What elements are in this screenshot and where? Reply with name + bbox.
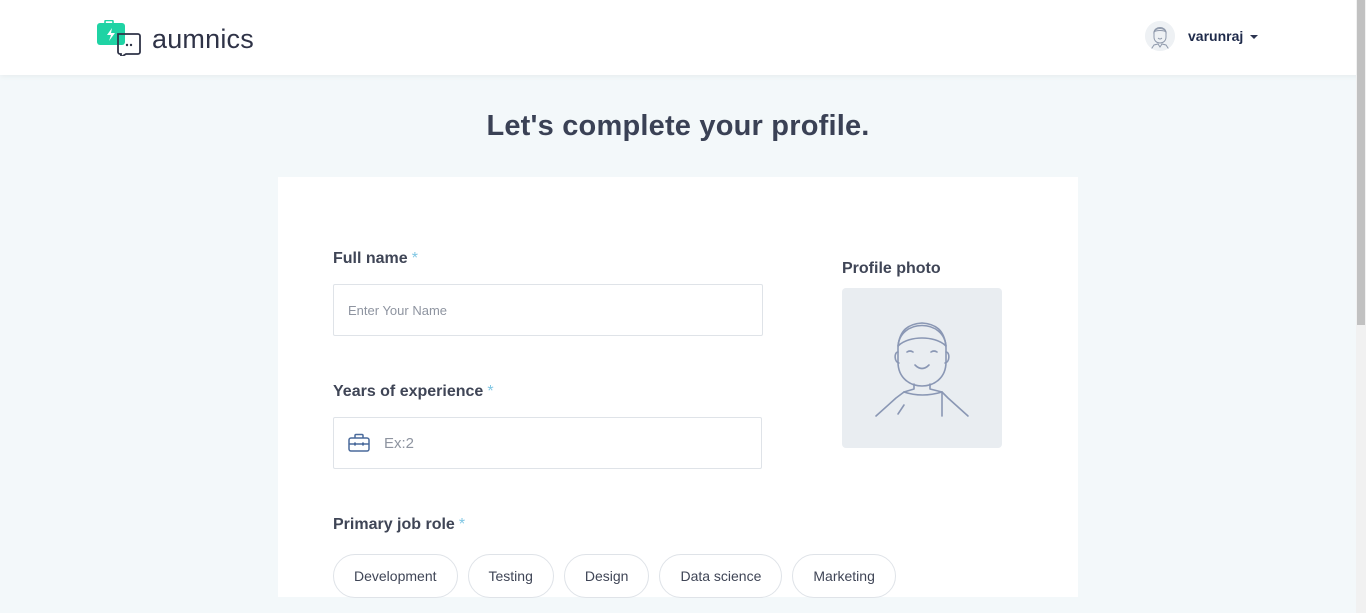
job-role-chip-marketing[interactable]: Marketing: [792, 554, 896, 598]
required-marker: *: [411, 250, 418, 267]
experience-input[interactable]: [374, 418, 754, 468]
scrollbar-thumb[interactable]: [1357, 0, 1365, 325]
user-menu[interactable]: varunraj: [1145, 21, 1259, 51]
profile-photo-label: Profile photo: [842, 260, 941, 277]
briefcase-icon: [348, 433, 370, 458]
job-role-chip-design[interactable]: Design: [563, 554, 650, 598]
user-avatar-icon: [1145, 21, 1175, 51]
job-role-options: Development Testing Design Data science …: [333, 554, 906, 598]
experience-label: Years of experience *: [333, 383, 494, 401]
profile-photo-upload[interactable]: [842, 288, 1002, 448]
job-role-chip-data-science[interactable]: Data science: [659, 554, 783, 598]
person-placeholder-icon: [875, 322, 969, 417]
job-role-chip-testing[interactable]: Testing: [467, 554, 554, 598]
full-name-label-text: Full name: [333, 250, 408, 267]
required-marker: *: [487, 383, 494, 400]
page-title: Let's complete your profile.: [486, 110, 870, 142]
full-name-input[interactable]: [333, 284, 763, 336]
job-role-label-text: Primary job role: [333, 516, 455, 533]
caret-down-icon[interactable]: [1250, 34, 1259, 39]
brand-name: aumnics: [152, 23, 254, 54]
full-name-label: Full name *: [333, 250, 418, 268]
username-label: varunraj: [1188, 28, 1244, 44]
brand-logo[interactable]: aumnics: [96, 20, 254, 56]
required-marker: *: [458, 516, 466, 533]
experience-label-text: Years of experience: [333, 383, 484, 400]
job-role-chip-development[interactable]: Development: [333, 554, 458, 598]
job-role-label: Primary job role *: [333, 516, 465, 534]
logo-chat-icon: [97, 20, 141, 56]
experience-field[interactable]: [333, 417, 762, 469]
profile-form-card: Full name* Years of experience* Profile …: [278, 177, 1078, 598]
page-scrollbar[interactable]: [1356, 0, 1366, 613]
top-navbar: aumnics varunraj: [0, 0, 1366, 75]
